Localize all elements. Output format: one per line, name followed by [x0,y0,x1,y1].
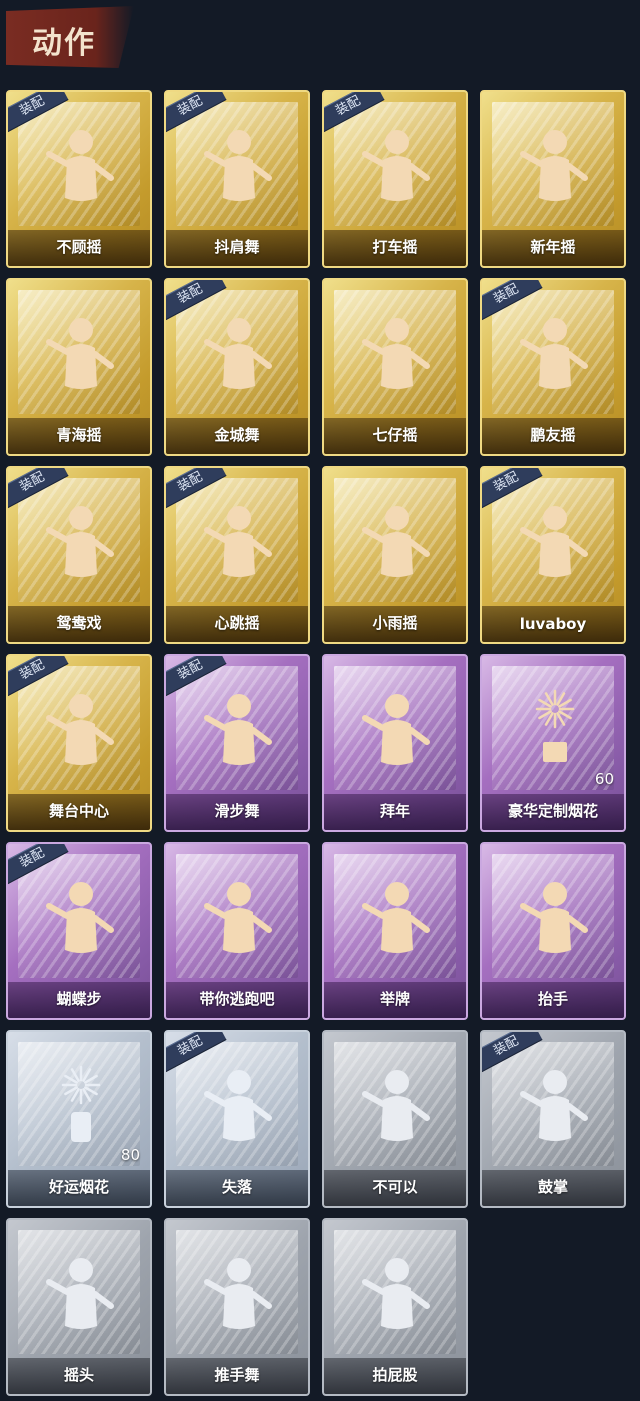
action-card[interactable]: 拜年 [322,654,468,832]
action-card[interactable]: 举牌 [322,842,468,1020]
clapping-icon [515,1060,595,1150]
action-card[interactable]: 滑步舞 装配 [164,654,310,832]
dance-figure-icon [41,120,121,210]
greeting-figure-icon [357,684,437,774]
action-card[interactable]: 鸳鸯戏 装配 [6,466,152,644]
action-card[interactable]: 抖肩舞 装配 [164,90,310,268]
butt-slap-icon [357,1248,437,1338]
action-card[interactable]: 七仔摇 [322,278,468,456]
firework-can-icon [41,1060,121,1150]
finger-wag-icon [357,1060,437,1150]
action-card[interactable]: 推手舞 [164,1218,310,1396]
action-card[interactable]: 摇头 [6,1218,152,1396]
action-card[interactable]: 好运烟花 80 [6,1030,152,1208]
action-card[interactable]: luvaboy 装配 [480,466,626,644]
action-name: 不顾摇 [56,238,102,256]
action-name: 摇头 [63,1366,94,1384]
action-name: 打车摇 [372,238,418,256]
action-name: 抬手 [537,990,568,1008]
dance-figure-icon [515,308,595,398]
action-card[interactable]: 小雨摇 [322,466,468,644]
action-name: 金城舞 [214,426,260,444]
dance-figure-icon [41,308,121,398]
raise-hand-icon [515,872,595,962]
action-name: 举牌 [379,990,410,1008]
action-name: 拍屁股 [372,1366,418,1384]
action-name: 失落 [221,1178,252,1196]
action-card[interactable]: 鼓掌 装配 [480,1030,626,1208]
action-card[interactable]: 豪华定制烟花 60 [480,654,626,832]
crawling-figure-icon [199,1060,279,1150]
dance-figure-icon [357,308,437,398]
action-card[interactable]: 舞台中心 装配 [6,654,152,832]
action-card[interactable]: 心跳摇 装配 [164,466,310,644]
item-count: 60 [594,770,614,788]
dance-figure-icon [357,496,437,586]
dance-figure-icon [199,872,279,962]
dance-figure-icon [515,496,595,586]
action-name: 鼓掌 [537,1178,568,1196]
action-name: 滑步舞 [214,802,260,820]
dance-figure-icon [199,496,279,586]
action-card[interactable]: 鹏友摇 装配 [480,278,626,456]
action-grid: 不顾摇 装配 抖肩舞 装配 打车摇 装配 新年摇 青海摇 金城舞 装配 七仔摇 鹏友摇 装配 鸳鸯戏 装配心… [6,90,636,1401]
head-shake-icon [41,1248,121,1338]
action-name: 豪华定制烟花 [507,802,598,820]
action-name: 鹏友摇 [530,426,576,444]
action-card[interactable]: 新年摇 [480,90,626,268]
action-name: 抖肩舞 [214,238,260,256]
action-name: 好运烟花 [48,1178,109,1196]
action-name: 新年摇 [530,238,576,256]
action-card[interactable]: 抬手 [480,842,626,1020]
dance-figure-icon [199,308,279,398]
action-card[interactable]: 青海摇 [6,278,152,456]
action-card[interactable]: 失落 装配 [164,1030,310,1208]
action-name: 七仔摇 [372,426,418,444]
dance-figure-icon [41,496,121,586]
action-name: 青海摇 [56,426,102,444]
action-name: 蝴蝶步 [56,990,102,1008]
dance-figure-icon [515,120,595,210]
action-card[interactable]: 金城舞 装配 [164,278,310,456]
dance-figure-icon [357,120,437,210]
action-name: 不可以 [372,1178,418,1196]
action-name: luvaboy [519,615,587,633]
action-name: 小雨摇 [372,614,418,632]
page-title: 动作 [32,26,96,61]
dance-figure-icon [41,684,121,774]
action-name: 心跳摇 [214,614,260,632]
action-card[interactable]: 带你逃跑吧 [164,842,310,1020]
action-name: 带你逃跑吧 [199,990,275,1008]
item-count: 80 [120,1146,140,1164]
fireworks-icon [515,684,595,774]
action-card[interactable]: 打车摇 装配 [322,90,468,268]
action-name: 鸳鸯戏 [56,614,102,632]
dance-figure-icon [199,684,279,774]
dance-figure-icon [199,120,279,210]
dance-figure-icon [41,872,121,962]
sign-figure-icon [357,872,437,962]
action-card[interactable]: 蝴蝶步 装配 [6,842,152,1020]
action-name: 拜年 [379,802,410,820]
action-name: 舞台中心 [48,802,109,820]
action-card[interactable]: 不可以 [322,1030,468,1208]
push-hands-icon [199,1248,279,1338]
action-name: 推手舞 [214,1366,260,1384]
action-card[interactable]: 不顾摇 装配 [6,90,152,268]
action-card[interactable]: 拍屁股 [322,1218,468,1396]
